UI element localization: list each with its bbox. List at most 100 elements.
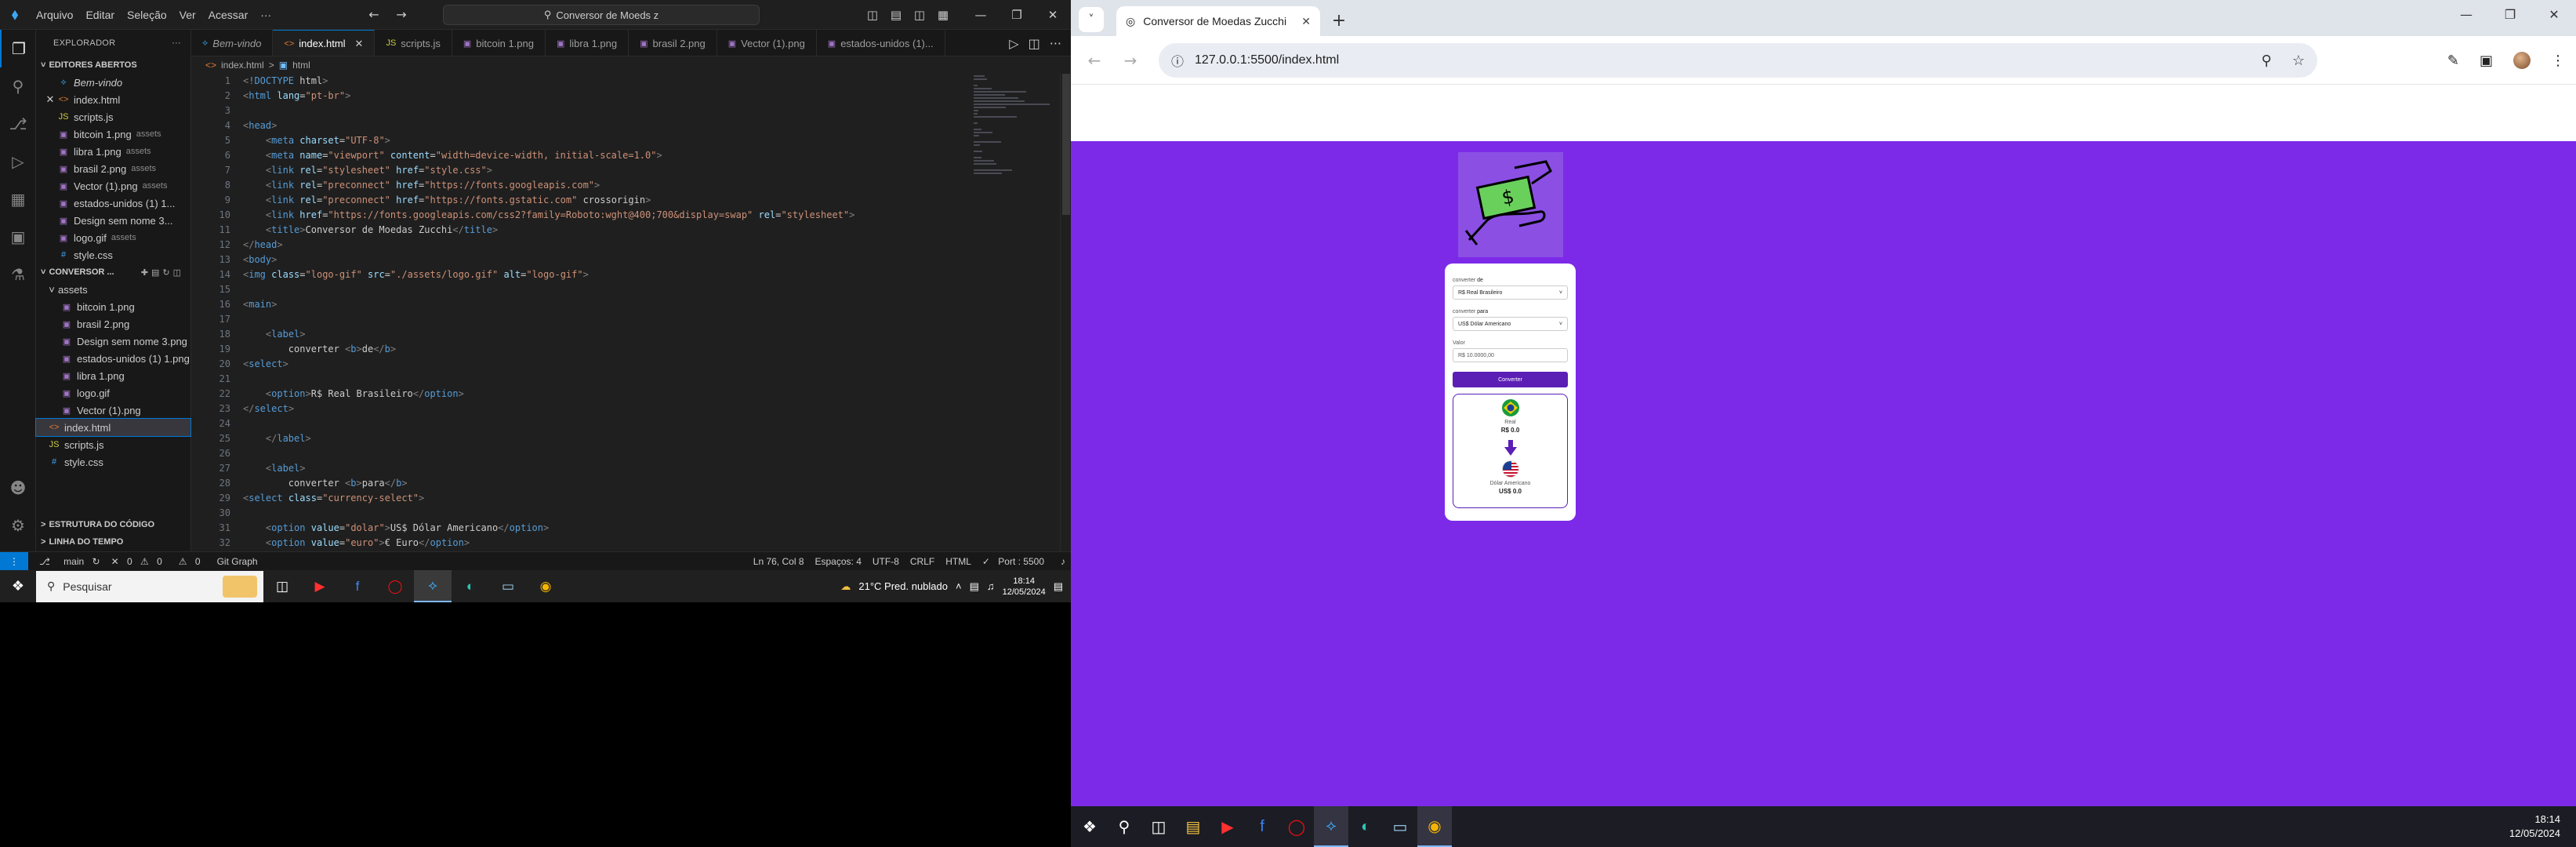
breadcrumb-element[interactable]: html [292,60,310,71]
from-currency-select[interactable]: R$ Real Brasileiro ˅ [1453,285,1568,300]
vscode-taskbar-icon[interactable]: ⟡ [1314,806,1348,847]
close-tab-icon[interactable]: ✕ [1301,15,1311,28]
code-line[interactable]: </head> [243,238,854,253]
more-actions-icon[interactable]: ··· [1050,36,1061,51]
code-line[interactable]: </select> [243,402,854,416]
language-status[interactable]: HTML [940,556,977,567]
code-line[interactable]: </label> [243,431,854,446]
layout-secondary-icon[interactable]: ◫ [911,8,928,22]
editor-tab[interactable]: <> index.html ✕ [273,30,376,56]
code-line[interactable]: <body> [243,253,854,267]
code-line[interactable] [243,104,854,118]
asset-file-item[interactable]: ▣ estados-unidos (1) 1.png [36,350,190,367]
menu-more[interactable]: ··· [254,9,278,21]
editor-tab[interactable]: ▣ bitcoin 1.png [452,30,546,56]
address-bar[interactable]: ⓘ 127.0.0.1:5500/index.html ⚲ ☆ [1159,43,2317,78]
command-center[interactable]: ⚲ Conversor de Moeds z [443,5,760,25]
asset-file-item[interactable]: ▣ bitcoin 1.png [36,298,190,315]
code-line[interactable] [243,312,854,327]
editor-tab[interactable]: ▣ brasil 2.png [629,30,717,56]
asset-file-item[interactable]: ▣ Vector (1).png [36,402,190,419]
code-line[interactable]: <label> [243,461,854,476]
manage-gear-icon[interactable]: ⚙ [0,507,36,544]
profile-avatar[interactable] [2513,52,2531,69]
code-line[interactable] [243,372,854,387]
search-icon[interactable]: ⚲ [1107,806,1141,847]
indentation-status[interactable]: Espaços: 4 [810,556,867,567]
minimize-icon[interactable]: — [2444,7,2488,22]
code-line[interactable]: <meta name="viewport" content="width=dev… [243,148,854,163]
code-line[interactable]: <option value="euro">€ Euro</option> [243,536,854,551]
code-line[interactable]: converter <b>para</b> [243,476,854,491]
code-line[interactable]: <select> [243,357,854,372]
open-editors-section[interactable]: ˅ EDITORES ABERTOS [36,56,190,74]
open-editor-item[interactable]: ⟡ Bem-vindo [36,74,190,91]
notifications-bell-icon[interactable]: ♪ [1055,556,1071,567]
code-line[interactable]: <meta charset="UTF-8"> [243,133,854,148]
problems-status[interactable]: ✕ 0 ⚠ 0 [106,556,173,567]
menu-ver[interactable]: Ver [173,9,202,21]
editor-scrollbar[interactable] [1060,74,1071,551]
close-icon[interactable]: ✕ [2532,7,2576,22]
menu-editar[interactable]: Editar [79,9,121,21]
asset-file-item[interactable]: ▣ libra 1.png [36,367,190,384]
cursor-position[interactable]: Ln 76, Col 8 [748,556,810,567]
chrome-taskbar-icon[interactable]: ◉ [1417,806,1452,847]
forward-arrow-icon[interactable]: → [1118,51,1143,70]
code-line[interactable]: <!DOCTYPE html> [243,74,854,89]
chrome-tab[interactable]: ◎ Conversor de Moedas Zucchi ✕ [1116,6,1320,36]
chrome-menu-icon[interactable]: ⋮ [2551,53,2565,69]
restore-icon[interactable]: ❐ [2488,7,2532,22]
open-editor-item[interactable]: ▣ Vector (1).png assets [36,177,190,194]
forward-arrow-icon[interactable]: → [388,7,415,22]
timeline-section[interactable]: ˃ LINHA DO TEMPO [36,533,191,551]
code-line[interactable]: converter <b>de</b> [243,342,854,357]
live-server-status[interactable]: ✓ Port : 5500 [977,556,1055,567]
volume-icon[interactable]: ♫ [987,580,995,592]
to-currency-select[interactable]: US$ Dólar Americano ˅ [1453,317,1568,331]
network-icon[interactable]: ▤ [970,580,979,593]
asset-file-item[interactable]: ▣ brasil 2.png [36,315,190,333]
layout-sidebar-icon[interactable]: ◫ [864,8,881,22]
windows-start-icon[interactable]: ❖ [1072,806,1107,847]
facebook-icon[interactable]: f [1245,806,1279,847]
code-line[interactable]: <html lang="pt-br"> [243,89,854,104]
code-line[interactable]: <link rel="preconnect" href="https://fon… [243,178,854,193]
open-editor-item[interactable]: ▣ Design sem nome 3... [36,212,190,229]
open-editor-item[interactable]: ▣ logo.gif assets [36,229,190,246]
account-icon[interactable]: ☻ [0,469,36,507]
code-line[interactable] [243,282,854,297]
edge-icon[interactable]: ◐ [452,570,489,602]
code-line[interactable]: <select class="currency-select"> [243,491,854,506]
taskbar-clock[interactable]: 18:14 12/05/2024 [1003,576,1046,598]
menu-selecao[interactable]: Seleção [121,9,173,21]
explorer-actions-icon[interactable]: ✚▤↻◫ [141,267,184,278]
open-editor-item[interactable]: ▣ brasil 2.png assets [36,160,190,177]
vscode-taskbar-icon[interactable]: ⟡ [414,570,452,602]
code-line[interactable] [243,446,854,461]
git-graph-status[interactable]: Git Graph [212,556,263,567]
open-editor-item[interactable]: JS scripts.js [36,108,190,125]
menu-acessar[interactable]: Acessar [202,9,255,21]
asset-file-item[interactable]: ▣ Design sem nome 3.png [36,333,190,350]
code-line[interactable]: <option>R$ Real Brasileiro</option> [243,387,854,402]
youtube-icon[interactable]: ▶ [301,570,339,602]
task-view-icon[interactable]: ◫ [263,570,301,602]
edge-icon[interactable]: ◐ [1348,806,1383,847]
restore-icon[interactable]: ❐ [999,8,1035,22]
minimap[interactable] [974,74,1060,551]
root-file-item[interactable]: <> index.html [35,418,191,437]
code-line[interactable]: <link href="https://fonts.googleapis.com… [243,208,854,223]
opera-icon[interactable]: ◯ [1279,806,1314,847]
taskbar-clock[interactable]: 18:14 12/05/2024 [2509,812,2560,841]
minimize-icon[interactable]: — [963,8,999,22]
layout-panel-icon[interactable]: ▤ [887,8,905,22]
convert-button[interactable]: Converter [1453,372,1568,387]
testing-icon[interactable]: ⚗ [0,256,36,293]
scrollbar-thumb[interactable] [1062,74,1070,215]
remote-explorer-icon[interactable]: ▣ [0,218,36,256]
close-icon[interactable]: ✕ [1035,8,1071,22]
extensions-puzzle-icon[interactable]: ▣ [2480,53,2493,69]
explorer-icon[interactable]: ❐ [0,30,36,67]
encoding-status[interactable]: UTF-8 [867,556,905,567]
